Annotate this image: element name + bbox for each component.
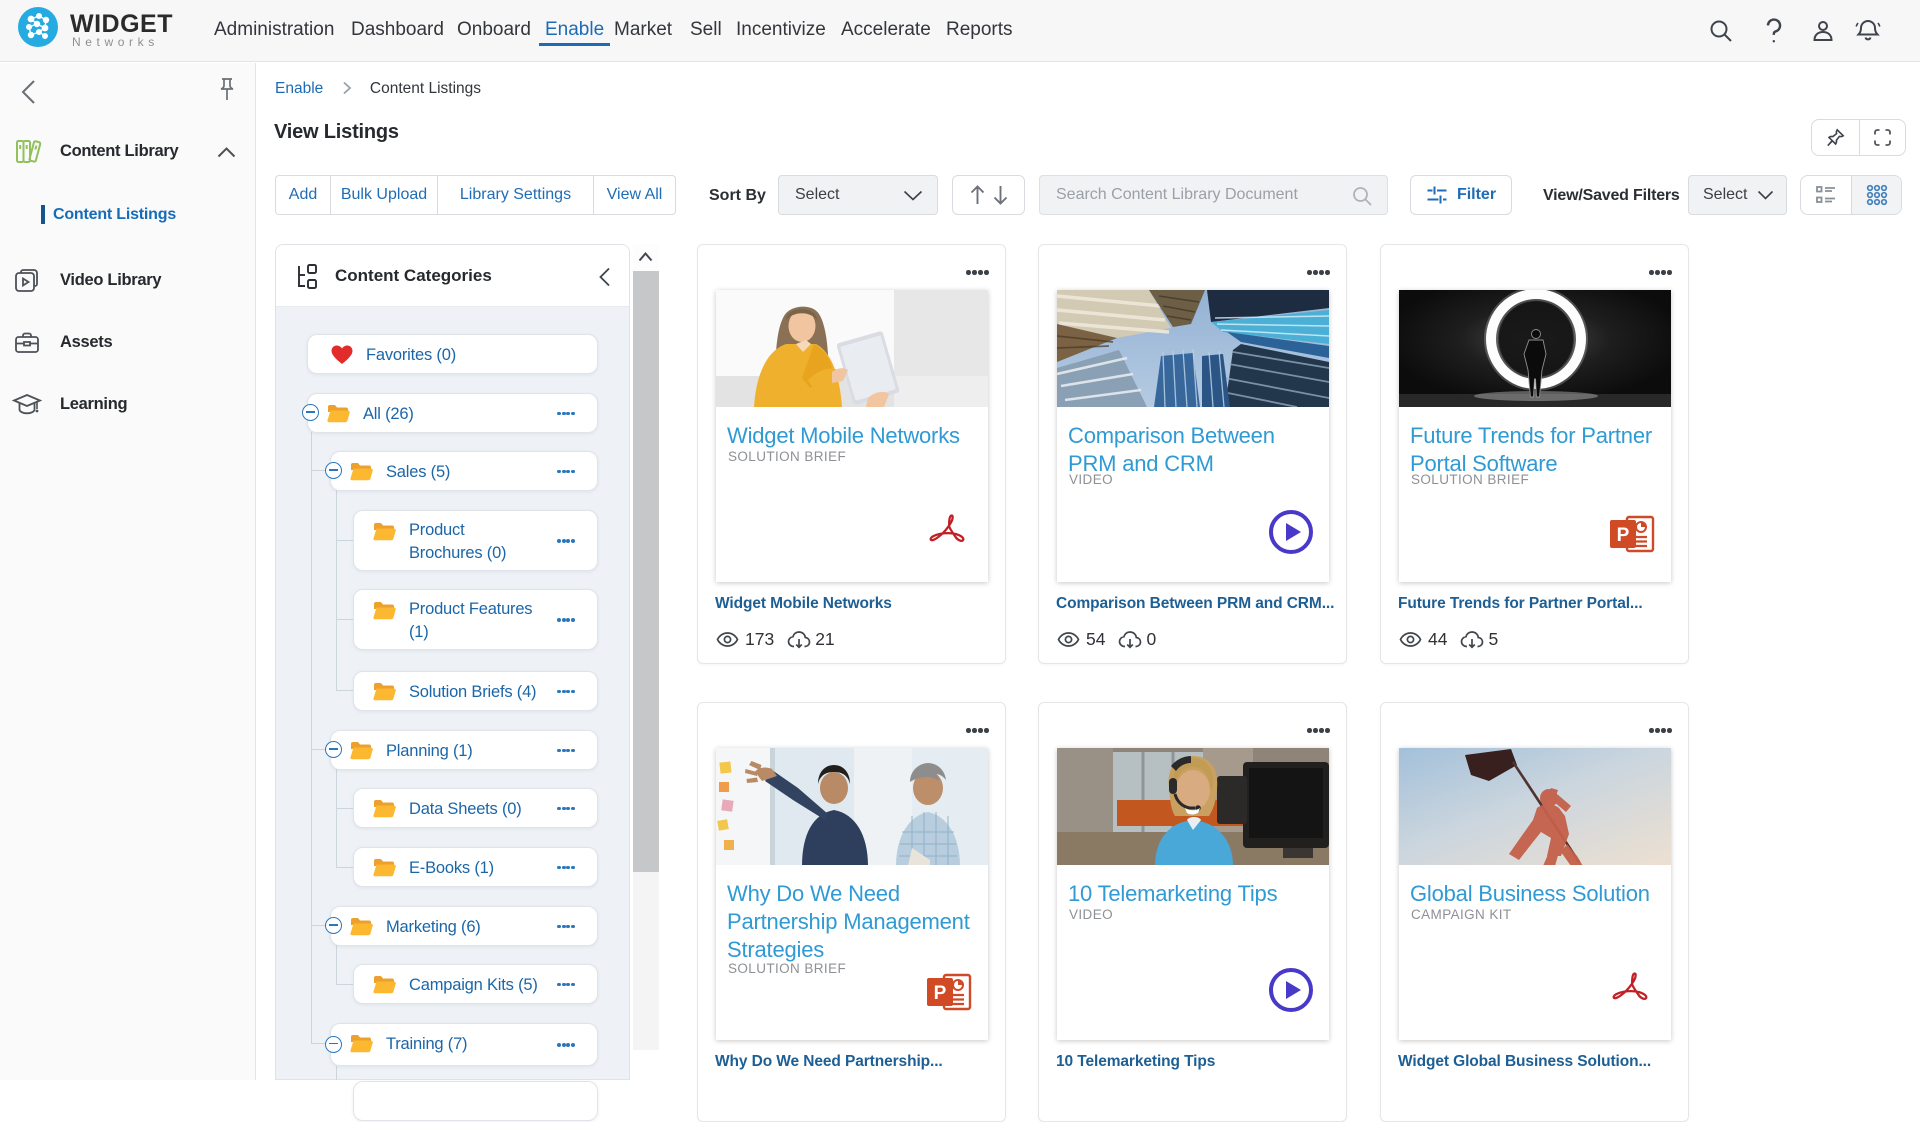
svg-text:P: P bbox=[934, 983, 947, 1004]
svg-text:P: P bbox=[1617, 525, 1630, 546]
